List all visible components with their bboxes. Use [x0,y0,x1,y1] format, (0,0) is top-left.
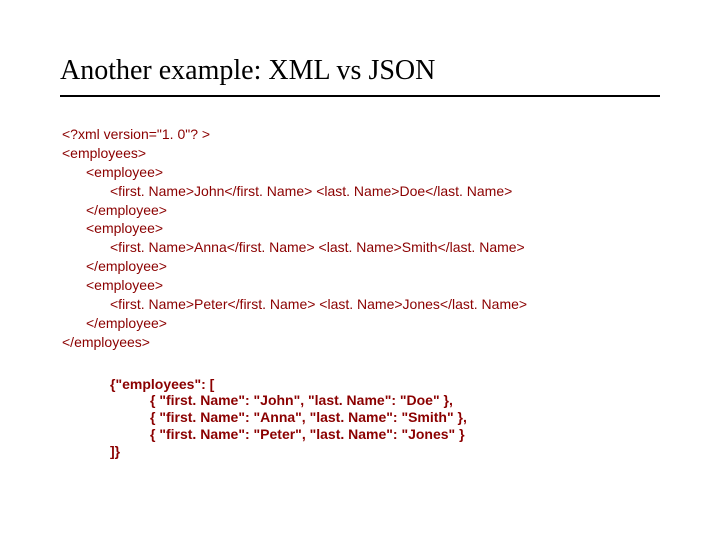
json-line: ]} [110,443,660,460]
xml-line: <employee> [62,219,660,238]
xml-line: </employee> [62,257,660,276]
json-line: { "first. Name": "Peter", "last. Name": … [110,426,660,443]
xml-line: </employee> [62,201,660,220]
xml-line: <?xml version="1. 0"? > [62,125,660,144]
xml-line: <first. Name>Peter</first. Name> <last. … [62,295,660,314]
xml-line: <employees> [62,144,660,163]
xml-line: </employees> [62,333,660,352]
xml-line: <employee> [62,163,660,182]
json-code-block: {"employees": [ { "first. Name": "John",… [110,376,660,460]
xml-code-block: <?xml version="1. 0"? > <employees> <emp… [62,125,660,352]
xml-line: <first. Name>John</first. Name> <last. N… [62,182,660,201]
json-line: { "first. Name": "Anna", "last. Name": "… [110,409,660,426]
xml-line: </employee> [62,314,660,333]
json-line: {"employees": [ [110,376,660,393]
xml-line: <first. Name>Anna</first. Name> <last. N… [62,238,660,257]
slide-title: Another example: XML vs JSON [60,55,660,97]
xml-line: <employee> [62,276,660,295]
json-line: { "first. Name": "John", "last. Name": "… [110,392,660,409]
